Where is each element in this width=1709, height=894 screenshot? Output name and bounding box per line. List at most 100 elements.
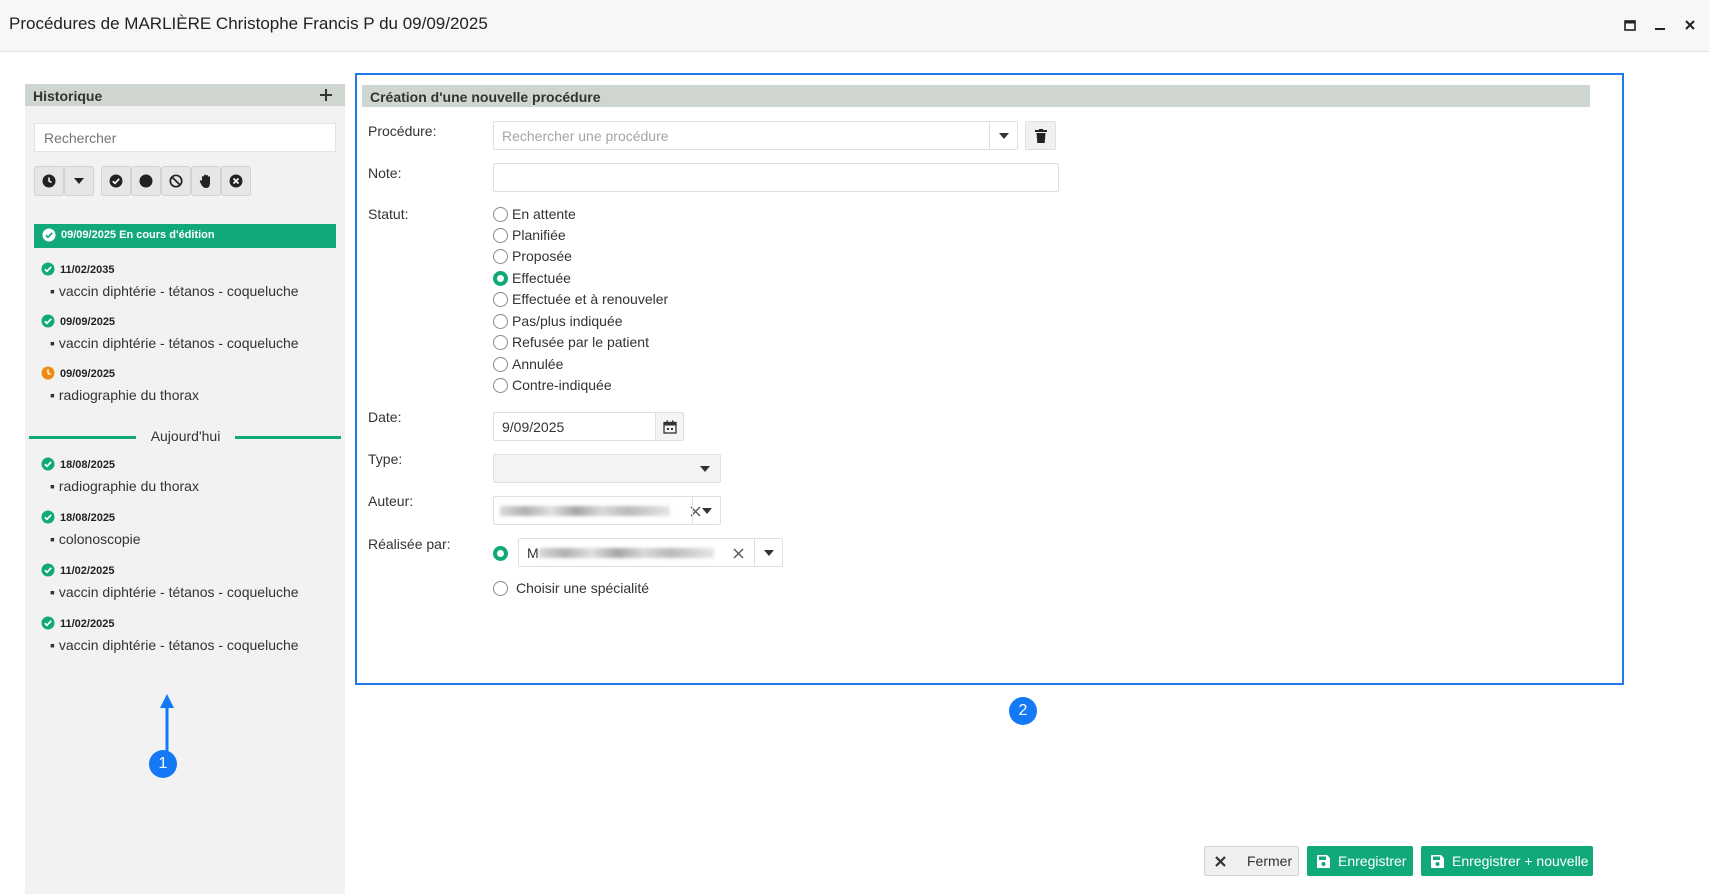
status-option-annulee[interactable]: Annulée [493,354,563,374]
type-select[interactable] [493,454,721,483]
clock-icon [41,366,55,385]
status-option-label: Contre-indiquée [512,377,612,393]
performed-by-value-prefix: M [527,545,539,561]
performed-by-select[interactable]: M [518,538,783,567]
save-and-new-button[interactable]: Enregistrer + nouvelle [1421,846,1593,876]
history-item-date: 09/09/2025 [60,368,116,380]
chevron-down-icon[interactable] [754,539,782,566]
history-item-date: 09/09/2025 [60,316,116,328]
choose-specialty-option[interactable]: Choisir une spécialité [493,578,649,598]
history-item[interactable]: 11/02/2035 ▪ vaccin diphtérie - tétanos … [41,262,341,302]
status-option-label: Effectuée et à renouveler [512,291,669,307]
history-item[interactable]: 09/09/2025 ▪ vaccin diphtérie - tétanos … [41,314,341,354]
status-option-label: Effectuée [512,270,571,286]
history-item-text: ▪ colonoscopie [50,531,141,547]
radio-selected-icon [493,270,508,286]
dot-circle-icon[interactable] [131,166,161,196]
times-circle-icon[interactable] [221,166,251,196]
radio-icon [493,291,508,307]
history-item-date: 11/02/2035 [60,264,115,276]
history-item[interactable]: 11/02/2025 ▪ vaccin diphtérie - tétanos … [41,563,341,603]
minimize-icon[interactable] [1650,15,1670,35]
status-option-planifiee[interactable]: Planifiée [493,225,566,245]
status-option-effectuee[interactable]: Effectuée [493,268,571,288]
procedure-label: Procédure: [368,123,437,139]
procedure-select[interactable]: Rechercher une procédure [493,121,1018,150]
history-panel: Historique 09/09/2025 En cours d'édition… [25,84,345,894]
check-circle-icon[interactable] [101,166,131,196]
radio-icon [493,206,508,222]
history-header: Historique [25,84,345,106]
history-item[interactable]: 11/02/2025 ▪ vaccin diphtérie - tétanos … [41,616,341,656]
save-button-label: Enregistrer [1338,853,1407,869]
history-item-active[interactable]: 09/09/2025 En cours d'édition [34,224,336,248]
history-item-text: ▪ vaccin diphtérie - tétanos - coqueluch… [50,637,299,653]
history-search-input[interactable] [34,123,336,152]
clear-icon[interactable] [733,548,744,559]
date-value: 9/09/2025 [502,419,565,435]
chevron-down-icon[interactable] [64,166,94,196]
status-option-en-attente[interactable]: En attente [493,204,576,224]
history-item-date: 11/02/2025 [60,618,115,630]
calendar-icon[interactable] [655,413,683,440]
status-option-label: Refusée par le patient [512,334,649,350]
clock-icon[interactable] [34,166,64,196]
floppy-icon [1431,854,1444,868]
history-item-text: ▪ vaccin diphtérie - tétanos - coqueluch… [50,584,299,600]
history-item[interactable]: 09/09/2025 ▪ radiographie du thorax [41,366,341,406]
note-input[interactable] [493,163,1059,192]
date-input[interactable]: 9/09/2025 [493,412,684,441]
radio-icon [493,580,508,596]
annotation-badge-1: 1 [149,750,177,778]
close-button[interactable]: Fermer [1204,846,1299,876]
history-item-active-label: 09/09/2025 En cours d'édition [61,229,215,241]
status-option-label: Annulée [512,356,564,372]
status-option-refusee[interactable]: Refusée par le patient [493,332,649,352]
separator-line [29,436,136,439]
hand-icon[interactable] [191,166,221,196]
chevron-down-icon[interactable] [989,122,1017,149]
redacted-performer-name [539,548,714,558]
check-circle-icon [41,262,55,281]
trash-icon[interactable] [1025,121,1056,150]
radio-icon [493,313,508,329]
close-icon[interactable] [1680,15,1700,35]
window-titlebar: Procédures de MARLIÈRE Christophe Franci… [0,0,1709,52]
form-header: Création d'une nouvelle procédure [362,85,1590,107]
history-item-text: ▪ radiographie du thorax [50,387,199,403]
maximize-icon[interactable] [1620,15,1640,35]
status-option-contre-indiquee[interactable]: Contre-indiquée [493,375,612,395]
author-select[interactable] [493,496,721,525]
status-option-proposee[interactable]: Proposée [493,246,572,266]
chevron-down-icon [700,466,710,472]
history-header-label: Historique [33,88,103,104]
today-separator: Aujourd'hui [29,426,341,446]
check-circle-icon [41,314,55,333]
history-item[interactable]: 18/08/2025 ▪ radiographie du thorax [41,457,341,497]
radio-selected-icon[interactable] [493,546,508,561]
annotation-arrow-icon [160,694,174,752]
check-circle-icon [41,510,55,529]
annotation-badge-2: 2 [1009,697,1037,725]
status-option-pas-plus-indiquee[interactable]: Pas/plus indiquée [493,311,623,331]
choose-specialty-label: Choisir une spécialité [516,580,650,596]
chevron-down-icon[interactable] [692,497,720,524]
ban-icon[interactable] [161,166,191,196]
radio-icon [493,227,508,243]
window-title: Procédures de MARLIÈRE Christophe Franci… [9,14,488,33]
save-button[interactable]: Enregistrer [1307,846,1413,876]
check-circle-icon [41,616,55,635]
history-item-text: ▪ vaccin diphtérie - tétanos - coqueluch… [50,283,299,299]
history-item-text: ▪ radiographie du thorax [50,478,199,494]
plus-icon[interactable] [319,85,337,105]
history-item[interactable]: 18/08/2025 ▪ colonoscopie [41,510,341,550]
status-option-effectuee-renouveler[interactable]: Effectuée et à renouveler [493,289,668,309]
status-option-label: Pas/plus indiquée [512,313,623,329]
status-option-label: En attente [512,206,576,222]
close-button-label: Fermer [1247,853,1293,869]
radio-icon [493,377,508,393]
status-option-label: Planifiée [512,227,566,243]
check-circle-icon [41,457,55,476]
history-item-date: 11/02/2025 [60,565,115,577]
status-label: Statut: [368,206,409,222]
